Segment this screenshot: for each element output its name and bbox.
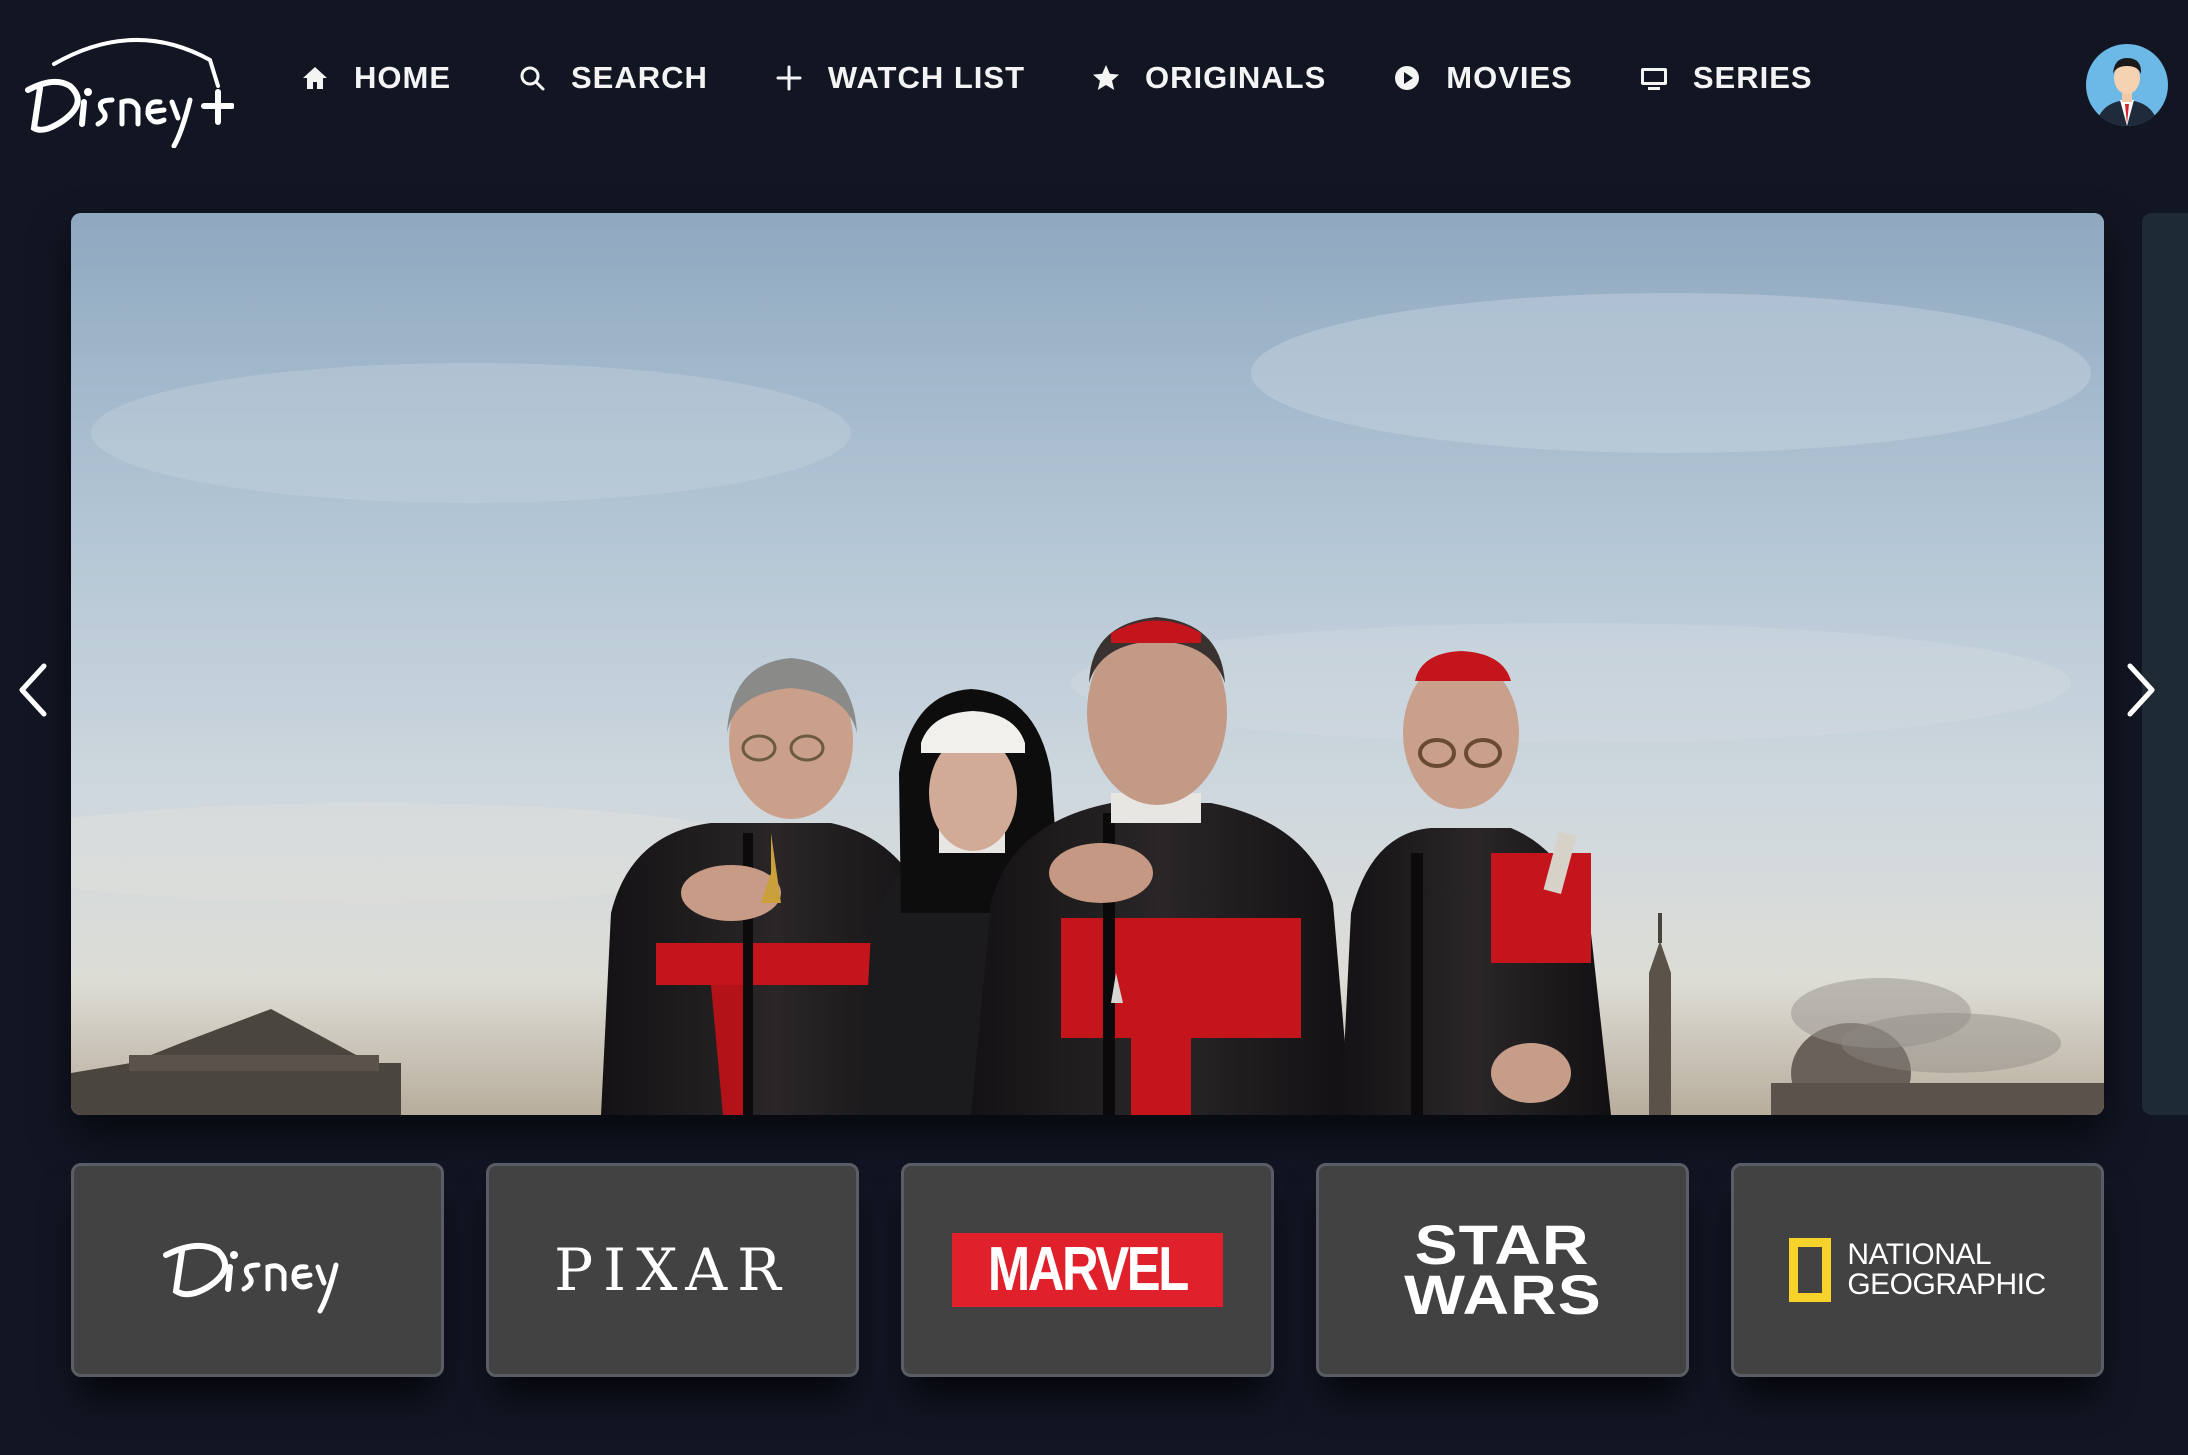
marvel-logo: MARVEL bbox=[952, 1233, 1223, 1307]
disney-logo bbox=[162, 1242, 338, 1314]
disney-plus-logo-graphic bbox=[25, 38, 235, 149]
plus-icon bbox=[774, 63, 804, 93]
carousel-next-button[interactable] bbox=[2110, 650, 2170, 730]
natgeo-line-1: NATIONAL bbox=[1847, 1238, 1992, 1271]
nav-item-series[interactable]: SERIES bbox=[1639, 50, 1813, 106]
nav-label-series: SERIES bbox=[1692, 60, 1813, 95]
tv-icon bbox=[1639, 63, 1669, 93]
star-wars-logo: STAR WARS bbox=[1404, 1216, 1601, 1323]
pixar-logo: PIXAR bbox=[554, 1236, 791, 1304]
nav-label-originals: ORIGINALS bbox=[1145, 60, 1327, 95]
top-navigation-bar: HOME SEARCH WATCH LIST ORIGINALS MOVIES bbox=[0, 0, 2188, 160]
nav-item-watch-list[interactable]: WATCH LIST bbox=[774, 50, 1025, 106]
brand-tile-pixar[interactable]: PIXAR bbox=[486, 1163, 859, 1377]
marvel-logo-text: MARVEL bbox=[988, 1235, 1189, 1304]
nav-label-movies: MOVIES bbox=[1446, 60, 1573, 95]
home-icon bbox=[300, 63, 330, 93]
chevron-right-icon bbox=[2127, 663, 2155, 717]
brand-tile-marvel[interactable]: MARVEL bbox=[901, 1163, 1274, 1377]
hero-banner-artwork bbox=[71, 213, 2104, 1115]
nav-item-home[interactable]: HOME bbox=[300, 50, 451, 106]
nav-item-originals[interactable]: ORIGINALS bbox=[1091, 50, 1326, 106]
brand-tiles-row: PIXAR MARVEL STAR WARS NATIONAL GEOGRAPH… bbox=[71, 1163, 2104, 1377]
carousel-prev-button[interactable] bbox=[4, 650, 64, 730]
user-avatar-graphic bbox=[2086, 44, 2168, 126]
nav-label-watch-list: WATCH LIST bbox=[827, 60, 1026, 95]
natgeo-line-2: GEOGRAPHIC bbox=[1847, 1268, 2046, 1301]
hero-banner[interactable] bbox=[71, 213, 2104, 1115]
natgeo-yellow-frame-icon bbox=[1789, 1238, 1832, 1302]
national-geographic-logo: NATIONAL GEOGRAPHIC bbox=[1789, 1238, 2046, 1302]
disney-plus-logo[interactable] bbox=[14, 24, 235, 149]
natgeo-wordmark: NATIONAL GEOGRAPHIC bbox=[1847, 1238, 2046, 1301]
user-avatar[interactable] bbox=[2086, 44, 2168, 126]
brand-tile-national-geographic[interactable]: NATIONAL GEOGRAPHIC bbox=[1731, 1163, 2104, 1377]
nav-item-search[interactable]: SEARCH bbox=[517, 50, 708, 106]
brand-tile-disney[interactable] bbox=[71, 1163, 444, 1377]
search-icon bbox=[517, 63, 547, 93]
star-icon bbox=[1091, 63, 1121, 93]
play-circle-icon bbox=[1392, 63, 1422, 93]
brand-tile-star-wars[interactable]: STAR WARS bbox=[1316, 1163, 1689, 1377]
chevron-left-icon bbox=[19, 663, 47, 717]
nav-label-search: SEARCH bbox=[571, 60, 708, 95]
nav-item-movies[interactable]: MOVIES bbox=[1392, 50, 1573, 106]
main-nav: HOME SEARCH WATCH LIST ORIGINALS MOVIES bbox=[300, 50, 1879, 106]
nav-label-home: HOME bbox=[354, 60, 451, 95]
star-wars-line-2: WARS bbox=[1403, 1263, 1602, 1326]
